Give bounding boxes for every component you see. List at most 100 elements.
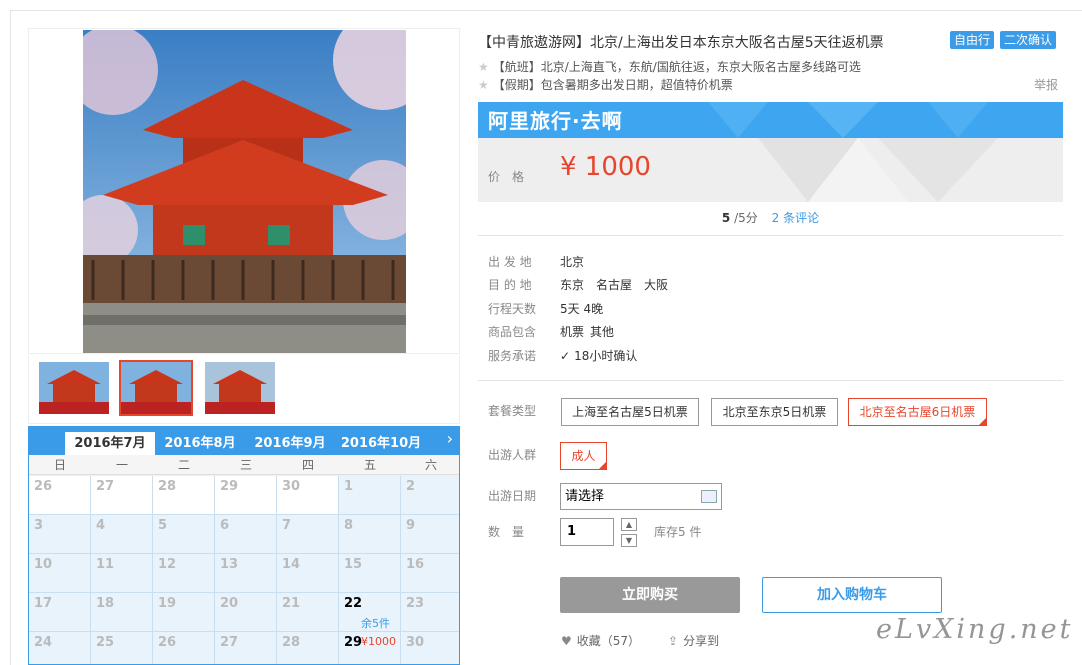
thumbnail-2[interactable] bbox=[119, 360, 193, 416]
buy-now-button[interactable]: 立即购买 bbox=[560, 577, 740, 613]
attr-label: 目 的 地 bbox=[488, 278, 532, 292]
attr-value-item: 18小时确认 bbox=[574, 349, 638, 363]
calendar-day: 18 bbox=[91, 593, 153, 632]
calendar-day: 20 bbox=[215, 593, 277, 632]
weekday-header: 五 bbox=[339, 455, 401, 475]
attr-label: 行程天数 bbox=[488, 302, 537, 316]
day-number: 12 bbox=[158, 557, 177, 572]
calendar-day: 2 bbox=[401, 476, 459, 515]
divider bbox=[478, 380, 1063, 381]
date-value: 请选择 bbox=[565, 489, 605, 504]
day-number: 10 bbox=[34, 557, 53, 572]
subtitle-text: 【假期】包含暑期多出发日期，超值特价机票 bbox=[492, 78, 733, 92]
quantity-up-icon[interactable]: ▲ bbox=[621, 518, 637, 531]
month-tab-1[interactable]: 2016年7月 bbox=[65, 432, 155, 455]
weekday-header: 一 bbox=[91, 455, 153, 475]
weekday-header: 六 bbox=[401, 455, 459, 475]
day-number: 11 bbox=[96, 557, 115, 572]
heart-icon: ♥ bbox=[561, 634, 572, 648]
day-number: 9 bbox=[406, 518, 416, 533]
calendar-day: 8 bbox=[339, 515, 401, 554]
weekday-header: 二 bbox=[153, 455, 215, 475]
package-label: 套餐类型 bbox=[488, 404, 537, 418]
calendar-day: 30 bbox=[401, 632, 459, 664]
package-option-3[interactable]: 北京至名古屋6日机票 bbox=[848, 398, 987, 426]
calendar-day: 9 bbox=[401, 515, 459, 554]
calendar-day: 15 bbox=[339, 554, 401, 593]
day-number: 19 bbox=[158, 596, 177, 611]
attr-value: 北京 bbox=[560, 253, 596, 270]
report-link[interactable]: 举报 bbox=[1034, 76, 1058, 93]
month-tab-3[interactable]: 2016年9月 bbox=[245, 432, 335, 455]
add-to-cart-button[interactable]: 加入购物车 bbox=[762, 577, 942, 613]
attr-value-item: 5天 4晚 bbox=[560, 302, 604, 316]
calendar-day: 3 bbox=[29, 515, 91, 554]
day-number: 14 bbox=[282, 557, 301, 572]
stock-text: 库存5 件 bbox=[654, 525, 702, 539]
people-label: 出游人群 bbox=[488, 448, 537, 462]
chevron-right-icon[interactable]: › bbox=[447, 429, 453, 448]
day-number: 26 bbox=[158, 635, 177, 650]
rating-scale: /5分 bbox=[734, 211, 758, 225]
calendar-month-bar: 2016年7月 2016年8月 2016年9月 2016年10月 › bbox=[29, 427, 459, 455]
day-number: 22 bbox=[344, 596, 363, 611]
attr-value: 机票 其他 bbox=[560, 323, 626, 340]
calendar-day: 17 bbox=[29, 593, 91, 632]
calendar-day: 26 bbox=[153, 632, 215, 664]
calendar-day: 30 bbox=[277, 476, 339, 515]
attr-value: 5天 4晚 bbox=[560, 300, 615, 317]
thumbnail-3[interactable] bbox=[203, 360, 277, 416]
package-option-2[interactable]: 北京至东京5日机票 bbox=[711, 398, 838, 426]
tag-free-travel: 自由行 bbox=[950, 31, 995, 49]
attr-label: 服务承诺 bbox=[488, 349, 537, 363]
calendar-day: 11 bbox=[91, 554, 153, 593]
quantity-down-icon[interactable]: ▼ bbox=[621, 534, 637, 547]
attr-duration: 行程天数 5天 4晚 bbox=[488, 300, 603, 317]
product-title: 【中青旅遨游网】北京/上海出发日本东京大阪名古屋5天往返机票 bbox=[478, 35, 884, 51]
calendar-day: 7 bbox=[277, 515, 339, 554]
calendar-day: 21 bbox=[277, 593, 339, 632]
day-number: 26 bbox=[34, 479, 53, 494]
calendar-day: 14 bbox=[277, 554, 339, 593]
weekday-header: 三 bbox=[215, 455, 277, 475]
travel-date-input[interactable]: 请选择 bbox=[560, 483, 722, 510]
favorite-button[interactable]: ♥ 收藏（57） bbox=[561, 632, 640, 649]
quantity-label: 数 量 bbox=[488, 525, 525, 539]
thumbnail-1[interactable] bbox=[37, 360, 111, 416]
rating-score: 5 bbox=[721, 211, 731, 225]
calendar-icon[interactable] bbox=[701, 490, 717, 503]
month-tab-2[interactable]: 2016年8月 bbox=[155, 432, 245, 455]
attr-value-item: 名古屋 bbox=[596, 278, 633, 292]
calendar-day: 1 bbox=[339, 476, 401, 515]
day-number: 6 bbox=[220, 518, 230, 533]
star-icon: ★ bbox=[478, 78, 489, 92]
price-label: 价格 bbox=[488, 170, 537, 184]
calendar-day[interactable]: 22 余5件 bbox=[339, 593, 401, 632]
day-number: 23 bbox=[406, 596, 425, 611]
package-option-1[interactable]: 上海至名古屋5日机票 bbox=[561, 398, 699, 426]
attr-label: 出 发 地 bbox=[488, 255, 532, 269]
star-icon: ★ bbox=[478, 60, 489, 74]
day-number: 29 bbox=[220, 479, 239, 494]
subtitle-holiday: ★ 【假期】包含暑期多出发日期，超值特价机票 bbox=[478, 76, 733, 93]
calendar-day: 10 bbox=[29, 554, 91, 593]
calendar-day: 28 bbox=[277, 632, 339, 664]
reviews-link[interactable]: 2 条评论 bbox=[772, 211, 819, 225]
quantity-input[interactable]: 1 bbox=[560, 518, 614, 546]
month-tab-4[interactable]: 2016年10月 bbox=[335, 432, 427, 455]
main-product-photo[interactable] bbox=[28, 28, 460, 354]
attr-includes: 商品包含 机票 其他 bbox=[488, 323, 614, 340]
day-number: 1 bbox=[344, 479, 354, 494]
day-number: 28 bbox=[282, 635, 301, 650]
thumbnail-strip bbox=[28, 356, 460, 424]
thumbnail-image bbox=[205, 362, 275, 414]
share-button[interactable]: ⇪ 分享到 bbox=[668, 632, 719, 649]
people-option-label: 成人 bbox=[571, 449, 596, 463]
calendar-day[interactable]: 29 ¥1000 bbox=[339, 632, 401, 664]
day-number: 5 bbox=[158, 518, 168, 533]
selected-corner-icon bbox=[979, 418, 986, 425]
day-number: 7 bbox=[282, 518, 292, 533]
date-label: 出游日期 bbox=[488, 489, 537, 503]
people-option-adult[interactable]: 成人 bbox=[560, 442, 607, 470]
day-number: 2 bbox=[406, 479, 416, 494]
